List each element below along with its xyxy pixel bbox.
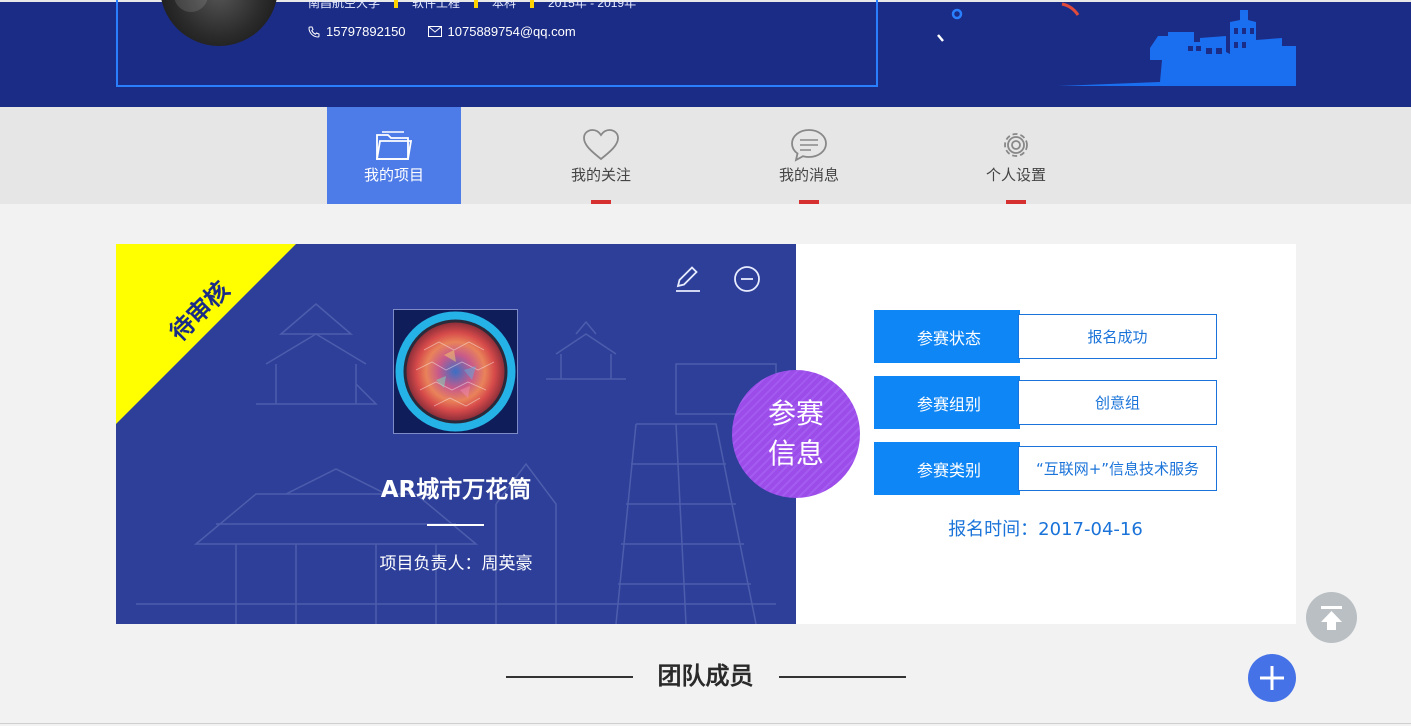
tab-label: 我的项目 bbox=[363, 166, 424, 184]
project-title: AR城市万花筒 bbox=[380, 477, 532, 503]
tab-label: 我的消息 bbox=[778, 166, 839, 184]
school-name: 南昌航空大学 bbox=[308, 0, 381, 10]
separator bbox=[530, 0, 535, 8]
tab-label: 我的关注 bbox=[570, 166, 631, 184]
info-value: 创意组 bbox=[1018, 380, 1217, 425]
phone-icon bbox=[308, 26, 320, 38]
badge-line-2: 信息 bbox=[767, 437, 824, 470]
tab-label: 个人设置 bbox=[985, 166, 1046, 184]
email-group: 1075889754@qq.com bbox=[427, 24, 576, 39]
project-card: 待审核 AR城市万花筒 项目负责人：周英豪 bbox=[116, 244, 796, 624]
separator bbox=[394, 0, 399, 8]
major: 软件工程 bbox=[412, 0, 461, 10]
arrow-up-icon bbox=[1321, 606, 1342, 630]
status-ribbon bbox=[116, 244, 296, 424]
contact-info: 15797892150 1075889754@qq.com bbox=[308, 24, 598, 39]
tab-personal-settings[interactable]: 个人设置 bbox=[949, 107, 1083, 204]
tab-marker bbox=[591, 200, 611, 204]
add-member-button[interactable] bbox=[1248, 654, 1296, 702]
badge-line-1: 参赛 bbox=[767, 397, 824, 430]
pencil-icon[interactable] bbox=[672, 264, 702, 294]
tab-marker bbox=[1006, 200, 1026, 204]
competition-info-panel bbox=[796, 244, 1296, 624]
tab-my-messages[interactable]: 我的消息 bbox=[742, 107, 876, 204]
folder-icon bbox=[375, 131, 413, 160]
separator bbox=[474, 0, 479, 8]
bottom-divider bbox=[0, 723, 1411, 724]
card-actions bbox=[672, 264, 762, 294]
gear-icon bbox=[1004, 133, 1028, 157]
info-key: 参赛状态 bbox=[874, 310, 1024, 363]
tab-my-follows[interactable]: 我的关注 bbox=[534, 107, 668, 204]
heading-line-right bbox=[779, 676, 906, 678]
profile-header: 南昌航空大学 软件工程 本科 2015年 - 2019年 15797892150… bbox=[0, 0, 1411, 107]
back-to-top-button[interactable] bbox=[1306, 592, 1357, 643]
info-value: “互联网+”信息技术服务 bbox=[1018, 446, 1217, 491]
mail-icon bbox=[427, 26, 442, 37]
heart-icon bbox=[583, 129, 619, 161]
signup-time: 报名时间：2017-04-16 bbox=[948, 519, 1143, 540]
email-address: 1075889754@qq.com bbox=[447, 24, 576, 39]
team-members-heading: 团队成员 bbox=[657, 662, 754, 690]
phone-group: 15797892150 bbox=[308, 24, 406, 39]
city-illustration bbox=[937, 2, 1296, 86]
title-underline bbox=[427, 524, 484, 526]
competition-status-row: 参赛状态 报名成功 bbox=[874, 310, 1217, 363]
tab-my-projects[interactable]: 我的项目 bbox=[327, 107, 461, 204]
info-value: 报名成功 bbox=[1018, 314, 1217, 359]
minus-circle-icon[interactable] bbox=[732, 264, 762, 294]
info-key: 参赛组别 bbox=[874, 376, 1024, 429]
info-key: 参赛类别 bbox=[874, 442, 1024, 495]
chat-bubble-icon bbox=[791, 129, 827, 162]
project-thumbnail[interactable] bbox=[393, 309, 518, 434]
study-period: 2015年 - 2019年 bbox=[548, 0, 637, 10]
competition-category-row: 参赛类别 “互联网+”信息技术服务 bbox=[874, 442, 1217, 495]
phone-number: 15797892150 bbox=[326, 24, 406, 39]
kaleidoscope-image bbox=[395, 311, 516, 432]
tab-marker bbox=[799, 200, 819, 204]
education-info: 南昌航空大学 软件工程 本科 2015年 - 2019年 bbox=[308, 0, 650, 10]
competition-group-row: 参赛组别 创意组 bbox=[874, 376, 1217, 429]
competition-info-badge: 参赛 信息 bbox=[732, 370, 860, 498]
profile-tabs: 我的项目 我的关注 我的消息 个人设置 bbox=[0, 107, 1411, 204]
project-leader: 项目负责人：周英豪 bbox=[379, 554, 533, 574]
degree: 本科 bbox=[492, 0, 517, 10]
